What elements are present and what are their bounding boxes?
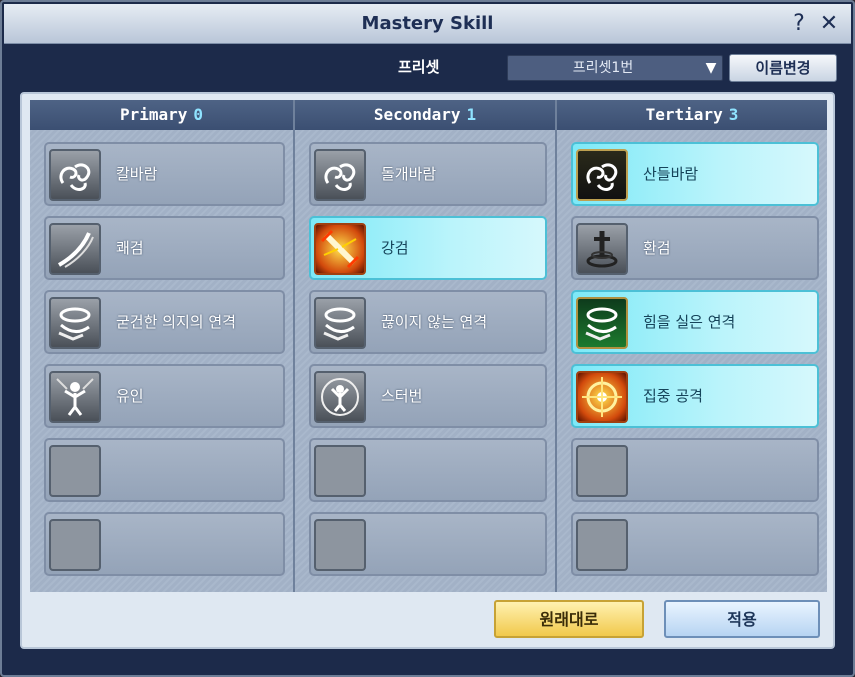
swirl-wind-icon — [576, 149, 628, 201]
skill-slot[interactable]: 스터번 — [309, 364, 547, 428]
column-title: Primary — [119, 105, 188, 124]
column-divider — [555, 100, 557, 592]
skill-slot[interactable]: 돌개바람 — [309, 142, 547, 206]
preset-selected-value: 프리셋1번 — [572, 60, 634, 76]
column-title: Secondary — [373, 105, 461, 124]
apply-button[interactable]: 적용 — [664, 600, 820, 638]
skill-name: 집중 공격 — [643, 387, 703, 405]
skill-slot[interactable]: 환검 — [571, 216, 819, 280]
column-body-primary: 칼바람쾌검굳건한 의지의 연격유인 — [30, 130, 293, 592]
skill-slot[interactable]: 쾌검 — [44, 216, 285, 280]
sword-pedestal-icon — [576, 223, 628, 275]
column-header-secondary: Secondary 1 — [295, 100, 555, 130]
preset-row: 프리셋 프리셋1번 ▼ 이름변경 — [2, 52, 853, 84]
mastery-skill-window: Mastery Skill ? ✕ 프리셋 프리셋1번 ▼ 이름변경 Prima… — [0, 0, 855, 677]
hand-vortex-icon — [49, 297, 101, 349]
reset-button[interactable]: 원래대로 — [494, 600, 644, 638]
empty-slot-icon — [49, 519, 101, 571]
skill-name: 칼바람 — [116, 165, 158, 183]
skill-name: 쾌검 — [116, 239, 144, 257]
empty-skill-slot[interactable] — [309, 438, 547, 502]
swirl-wind-icon — [314, 149, 366, 201]
target-focus-icon — [576, 371, 628, 423]
hand-vortex-icon — [314, 297, 366, 349]
skill-slot[interactable]: 끊이지 않는 연격 — [309, 290, 547, 354]
skill-slot[interactable]: 굳건한 의지의 연격 — [44, 290, 285, 354]
column-body-secondary: 돌개바람강검끊이지 않는 연격스터번 — [295, 130, 555, 592]
column-header-primary: Primary 0 — [30, 100, 293, 130]
title-bar[interactable]: Mastery Skill ? ✕ — [4, 4, 851, 44]
skill-name: 끊이지 않는 연격 — [381, 313, 488, 331]
skill-name: 굳건한 의지의 연격 — [116, 313, 236, 331]
skill-name: 유인 — [116, 387, 144, 405]
help-button[interactable]: ? — [786, 10, 812, 38]
column-count: 0 — [193, 105, 204, 124]
skill-slot[interactable]: 산들바람 — [571, 142, 819, 206]
column-count: 1 — [466, 105, 477, 124]
close-button[interactable]: ✕ — [816, 10, 842, 38]
column-body-tertiary: 산들바람환검힘을 실은 연격집중 공격 — [557, 130, 827, 592]
stubborn-figure-icon — [314, 371, 366, 423]
empty-skill-slot[interactable] — [44, 512, 285, 576]
empty-skill-slot[interactable] — [571, 438, 819, 502]
preset-dropdown[interactable]: 프리셋1번 ▼ — [507, 55, 723, 81]
column-count: 3 — [728, 105, 739, 124]
skill-name: 스터번 — [381, 387, 423, 405]
skill-name: 환검 — [643, 239, 671, 257]
column-divider — [293, 100, 295, 592]
skill-slot[interactable]: 힘을 실은 연격 — [571, 290, 819, 354]
skill-panel: Primary 0 칼바람쾌검굳건한 의지의 연격유인 Secondary 1 돌개바람강… — [20, 92, 835, 649]
skill-slot[interactable]: 유인 — [44, 364, 285, 428]
skill-name: 힘을 실은 연격 — [643, 313, 736, 331]
column-header-tertiary: Tertiary 3 — [557, 100, 827, 130]
empty-skill-slot[interactable] — [571, 512, 819, 576]
swirl-wind-icon — [49, 149, 101, 201]
skill-columns: Primary 0 칼바람쾌검굳건한 의지의 연격유인 Secondary 1 돌개바람강… — [30, 100, 827, 592]
skill-name: 강검 — [381, 239, 409, 257]
empty-slot-icon — [576, 519, 628, 571]
empty-slot-icon — [314, 445, 366, 497]
column-title: Tertiary — [645, 105, 723, 124]
empty-slot-icon — [314, 519, 366, 571]
skill-slot[interactable]: 칼바람 — [44, 142, 285, 206]
window-title: Mastery Skill — [361, 13, 494, 34]
empty-slot-icon — [49, 445, 101, 497]
skill-name: 산들바람 — [643, 165, 699, 183]
empty-skill-slot[interactable] — [309, 512, 547, 576]
rename-button[interactable]: 이름변경 — [729, 54, 837, 82]
skill-slot[interactable]: 집중 공격 — [571, 364, 819, 428]
power-sword-icon — [314, 223, 366, 275]
dropdown-arrow-icon[interactable]: ▼ — [700, 56, 722, 80]
blade-slash-icon — [49, 223, 101, 275]
hand-vortex-icon — [576, 297, 628, 349]
empty-slot-icon — [576, 445, 628, 497]
skill-slot[interactable]: 강검 — [309, 216, 547, 280]
preset-label: 프리셋 — [398, 58, 440, 76]
skill-name: 돌개바람 — [381, 165, 437, 183]
empty-skill-slot[interactable] — [44, 438, 285, 502]
lure-figure-icon — [49, 371, 101, 423]
